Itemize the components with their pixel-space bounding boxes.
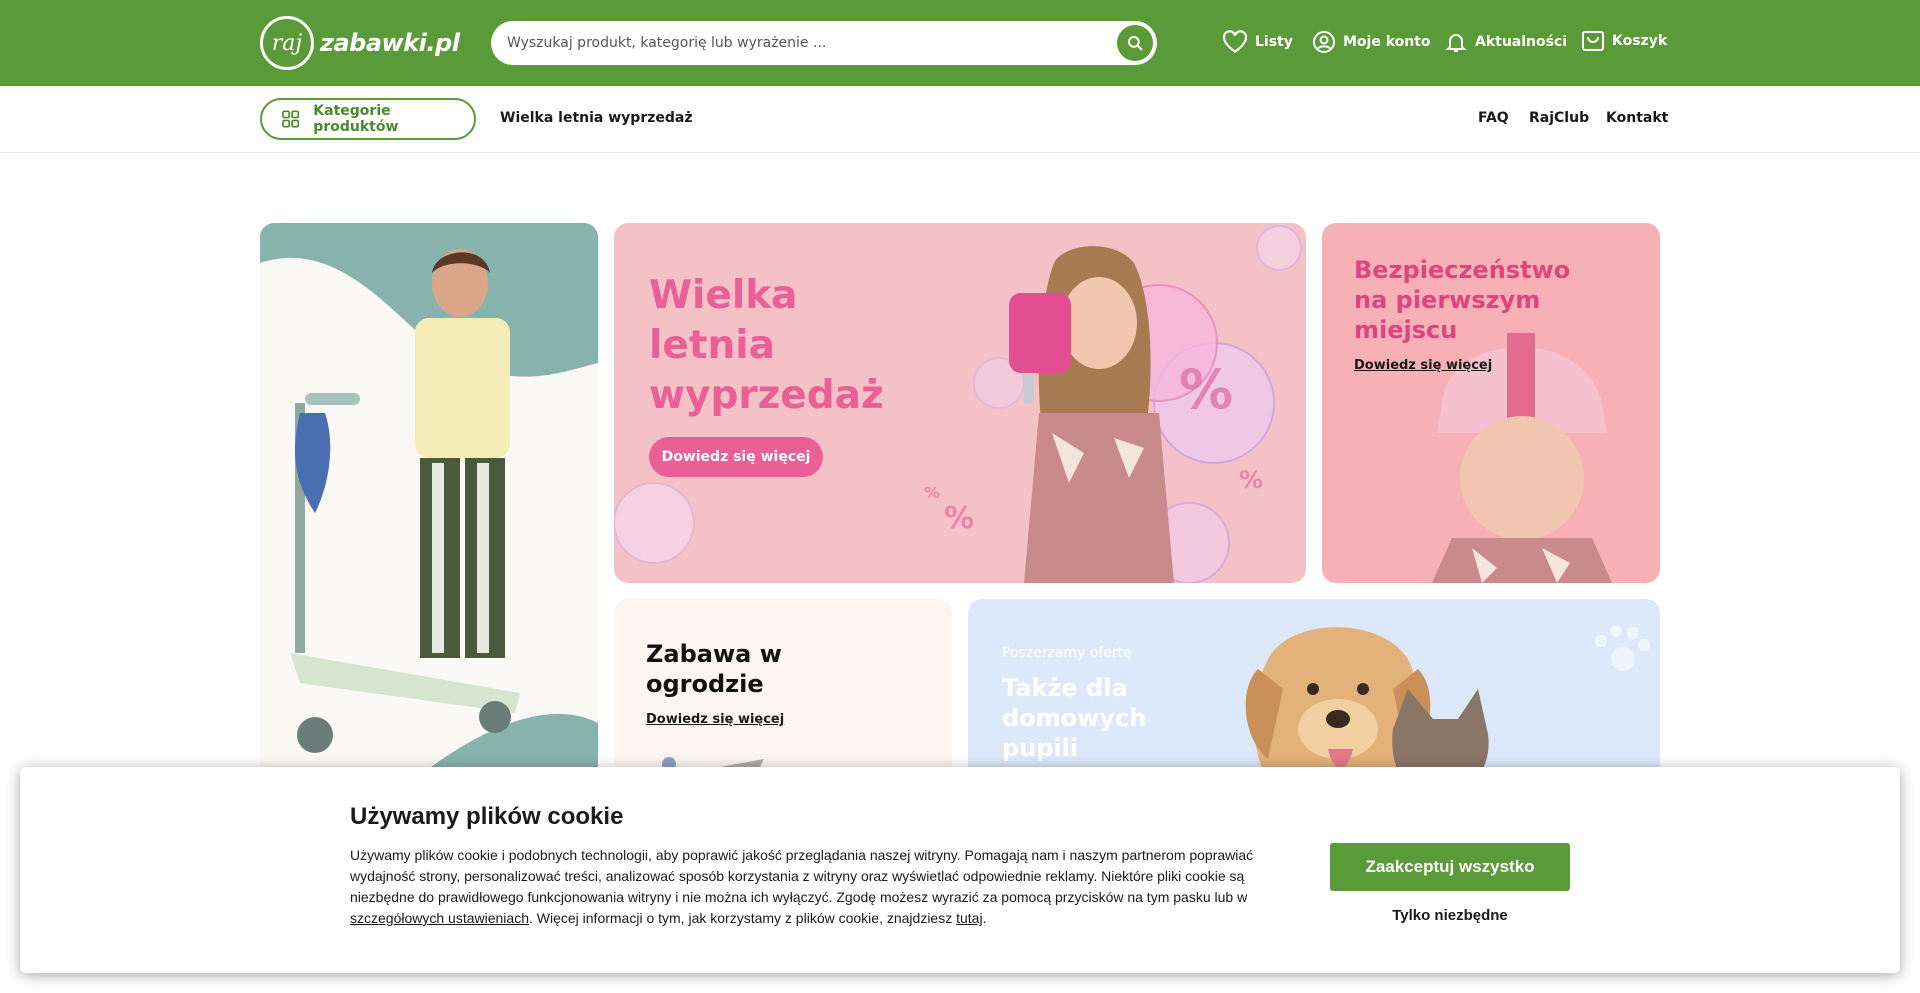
garden-title-line: ogrodzie: [646, 670, 764, 698]
cookie-title: Używamy plików cookie: [350, 803, 624, 830]
only-necessary-cookies-button[interactable]: Tylko niezbędne: [1330, 903, 1570, 927]
safety-title-line: na pierwszym: [1354, 286, 1541, 314]
grid-icon: [282, 110, 300, 128]
safety-banner[interactable]: Bezpieczeństwo na pierwszym miejscu Dowi…: [1322, 223, 1660, 583]
sale-title-line: Wielka: [649, 273, 798, 318]
garden-title: Zabawa w ogrodzie: [646, 639, 782, 699]
sale-cta-button[interactable]: Dowiedz się więcej: [649, 437, 823, 477]
cookie-text-part: .: [982, 910, 987, 926]
nav-news-label: Aktualności: [1475, 34, 1568, 50]
summer-sale-banner[interactable]: % % % % Wielka letnia wyprzedaż Dowiedz …: [614, 223, 1306, 583]
sub-navigation: Kategorie produktów Wielka letnia wyprze…: [0, 86, 1920, 153]
sale-title-line: letnia: [649, 323, 775, 368]
pets-title-line: Także dla: [1002, 674, 1128, 702]
nav-news[interactable]: Aktualności: [1444, 30, 1567, 54]
nav-cart[interactable]: Koszyk: [1581, 30, 1667, 52]
user-icon: [1313, 31, 1335, 53]
garden-learn-more-link[interactable]: Dowiedz się więcej: [646, 712, 784, 727]
bell-icon: [1445, 34, 1467, 52]
contact-link[interactable]: Kontakt: [1606, 110, 1668, 126]
scooter-kid-image: [260, 249, 598, 783]
safety-title: Bezpieczeństwo na pierwszym miejscu: [1354, 255, 1570, 345]
pets-eyebrow: Poszerzamy ofertę: [1002, 645, 1132, 661]
accept-all-cookies-button[interactable]: Zaakceptuj wszystko: [1330, 843, 1570, 891]
search-button[interactable]: [1117, 25, 1153, 61]
cookie-text-part: Używamy plików cookie i podobnych techno…: [350, 847, 1254, 905]
heart-icon: [1222, 30, 1248, 54]
site-logo[interactable]: raj zabawki.pl: [260, 16, 460, 70]
scooter-banner[interactable]: [260, 223, 598, 783]
top-header: raj zabawki.pl Listy Moje konto Aktualno…: [0, 0, 1920, 86]
cookie-consent-banner: Używamy plików cookie Używamy plików coo…: [20, 767, 1900, 973]
faq-link[interactable]: FAQ: [1478, 110, 1509, 126]
nav-account[interactable]: Moje konto: [1312, 30, 1431, 54]
pets-title: Także dla domowych pupili: [1002, 673, 1146, 763]
nav-lists[interactable]: Listy: [1222, 30, 1293, 54]
search-icon: [1128, 36, 1143, 51]
cookie-settings-link[interactable]: szczegółowych ustawieniach: [350, 910, 529, 926]
logo-badge: raj: [260, 16, 314, 70]
logo-wordmark: zabawki.pl: [320, 29, 460, 57]
search-bar: [491, 21, 1157, 65]
safety-title-line: Bezpieczeństwo: [1354, 256, 1571, 284]
garden-title-line: Zabawa w: [646, 640, 782, 668]
pets-title-line: pupili: [1002, 734, 1079, 762]
nav-account-label: Moje konto: [1343, 34, 1431, 50]
cookie-text-part: . Więcej informacji o tym, jak korzystam…: [528, 910, 957, 926]
nav-cart-label: Koszyk: [1612, 33, 1668, 49]
search-input[interactable]: [507, 21, 1097, 65]
summer-sale-link[interactable]: Wielka letnia wyprzedaż: [500, 110, 693, 126]
sale-title-line: wyprzedaż: [649, 373, 884, 418]
categories-button[interactable]: Kategorie produktów: [260, 98, 476, 140]
safety-title-line: miejscu: [1354, 316, 1458, 344]
cart-icon: [1582, 31, 1604, 51]
categories-label: Kategorie produktów: [313, 103, 399, 135]
nav-lists-label: Listy: [1255, 34, 1293, 50]
pets-title-line: domowych: [1002, 704, 1147, 732]
cookie-info-link[interactable]: tutaj: [956, 910, 982, 926]
cookie-description: Używamy plików cookie i podobnych techno…: [350, 845, 1280, 929]
safety-learn-more-link[interactable]: Dowiedz się więcej: [1354, 358, 1492, 373]
rajclub-link[interactable]: RajClub: [1529, 110, 1589, 126]
sale-title: Wielka letnia wyprzedaż: [649, 271, 884, 421]
